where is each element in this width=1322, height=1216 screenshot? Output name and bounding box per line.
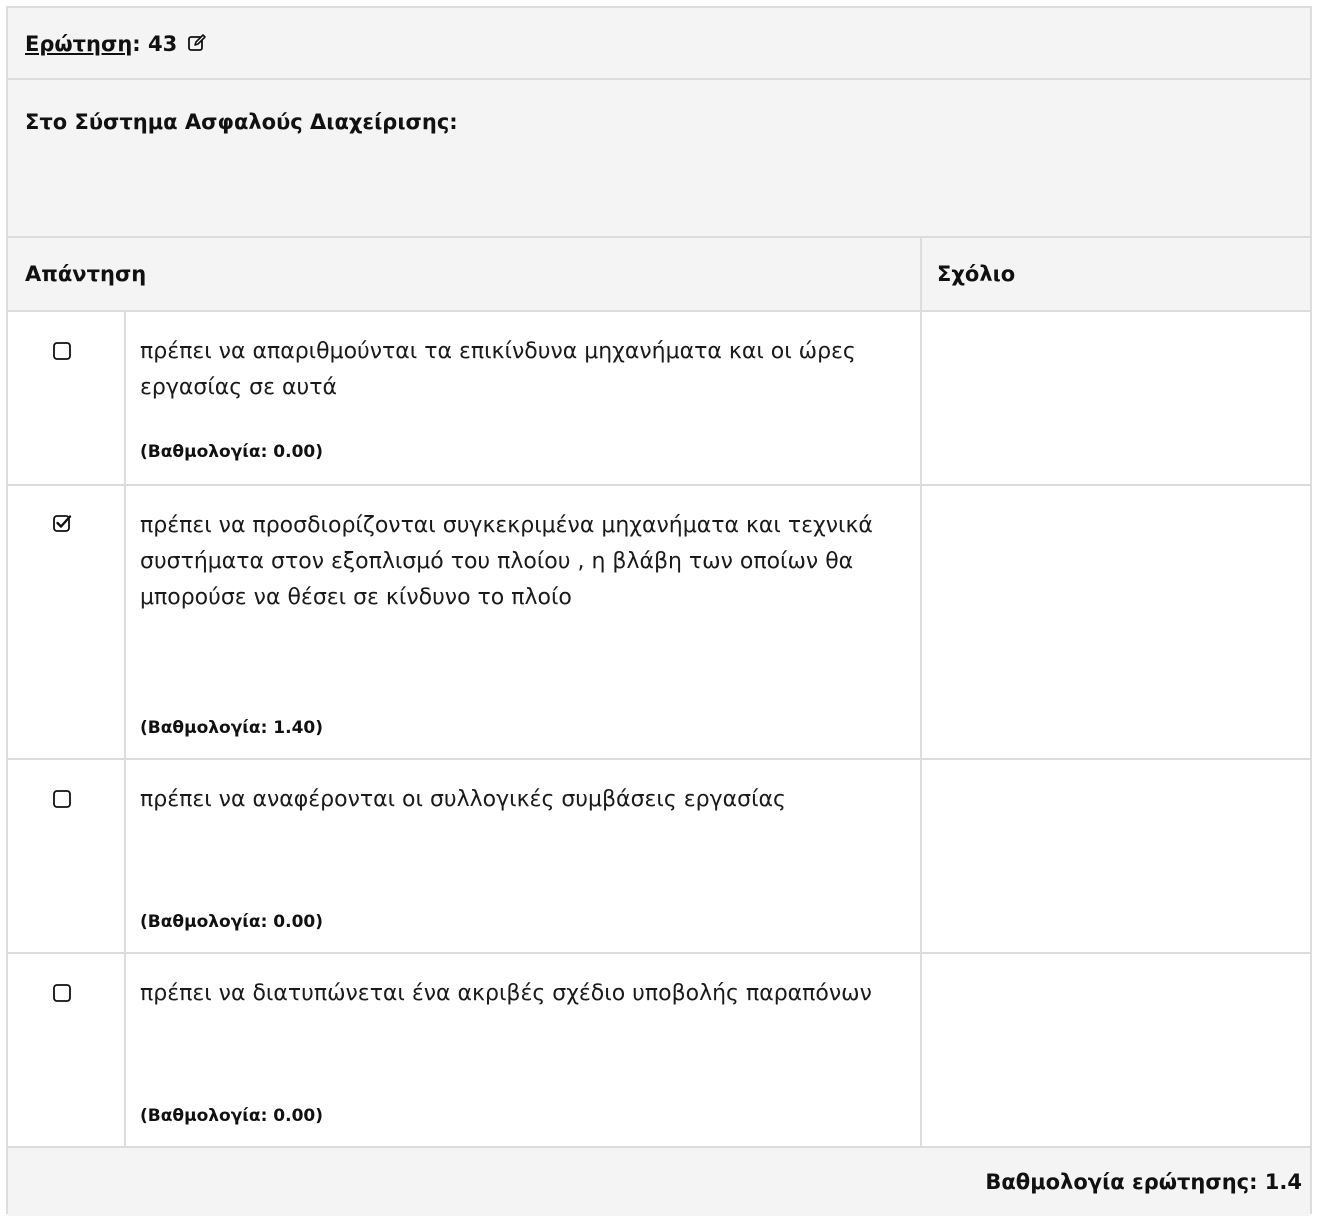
answer-text: πρέπει να διατυπώνεται ένα ακριβές σχέδι… [140,981,872,1006]
question-link[interactable]: Ερώτηση [25,32,132,56]
question-footer: Βαθμολογία ερώτησης: 1.4 [8,1148,1310,1216]
checkbox-checked-icon[interactable] [52,513,72,533]
question-title: Ερώτηση: 43 [25,32,207,58]
checkbox-unchecked-icon[interactable] [52,983,72,1003]
answer-text: πρέπει να απαριθμούνται τα επικίνδυνα μη… [140,339,856,400]
answer-score: (Βαθμολογία: 0.00) [140,1106,324,1126]
answer-score: (Βαθμολογία: 0.00) [140,912,324,932]
answer-score: (Βαθμολογία: 1.40) [140,718,324,738]
answer-text: πρέπει να αναφέρονται οι συλλογικές συμβ… [140,787,786,812]
answer-row: πρέπει να αναφέρονται οι συλλογικές συμβ… [8,760,1310,952]
column-header-comment: Σχόλιο [937,262,1016,286]
divider [124,310,126,1146]
answers-table-header: Απάντηση Σχόλιο [8,238,1310,310]
question-total-score: Βαθμολογία ερώτησης: 1.4 [985,1170,1302,1194]
question-header: Ερώτηση: 43 [8,8,1310,78]
question-number: : 43 [132,32,178,56]
answer-row: πρέπει να απαριθμούνται τα επικίνδυνα μη… [8,312,1310,484]
checkbox-unchecked-icon[interactable] [52,789,72,809]
column-header-answer: Απάντηση [25,262,147,286]
pencil-square-icon[interactable] [187,33,207,58]
answer-score: (Βαθμολογία: 0.00) [140,442,324,462]
divider [920,238,922,310]
answer-row: πρέπει να προσδιορίζονται συγκεκριμένα μ… [8,486,1310,758]
checkbox-unchecked-icon[interactable] [52,341,72,361]
divider [920,310,922,1146]
answer-row: πρέπει να διατυπώνεται ένα ακριβές σχέδι… [8,954,1310,1146]
answer-text: πρέπει να προσδιορίζονται συγκεκριμένα μ… [140,513,873,610]
question-text: Στο Σύστημα Ασφαλούς Διαχείρισης: [25,110,458,134]
question-body: Στο Σύστημα Ασφαλούς Διαχείρισης: [8,80,1310,236]
question-panel: Ερώτηση: 43 Στο Σύστημα Ασφαλούς Διαχείρ… [6,6,1312,1216]
